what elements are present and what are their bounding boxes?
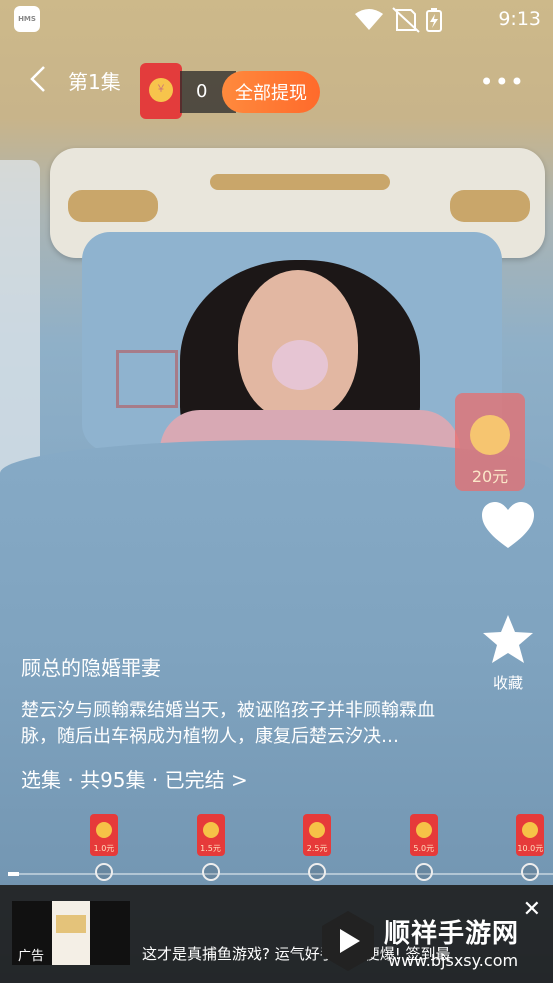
wifi-icon	[355, 9, 383, 30]
coin-icon	[309, 822, 326, 838]
timeline-reward-packet[interactable]: 1.5元	[196, 814, 225, 856]
timeline-reward-packet[interactable]: 10.0元	[516, 814, 545, 856]
star-icon[interactable]	[480, 612, 536, 668]
reward-amount: 1.0元	[93, 844, 115, 853]
timeline-progress[interactable]	[8, 872, 19, 876]
coin-icon	[415, 822, 432, 838]
pillow-stamp	[116, 350, 178, 408]
status-icons	[355, 7, 442, 33]
reward-timeline[interactable]: 1.0元 1.5元 2.5元 5.0元 10.0元	[0, 810, 553, 885]
reward-amount: 5.0元	[413, 844, 435, 853]
back-arrow-icon[interactable]	[26, 63, 54, 95]
coin-icon	[95, 822, 112, 838]
timeline-node[interactable]	[521, 863, 540, 881]
battery-charging-icon	[426, 8, 442, 32]
timeline-node[interactable]	[308, 863, 327, 881]
watermark-title: 顺祥手游网	[384, 919, 520, 949]
no-sim-icon	[392, 7, 420, 33]
reward-amount: 1.5元	[200, 844, 221, 853]
drama-title: 顾总的隐婚罪妻	[21, 656, 161, 680]
ad-label: 广告	[18, 949, 45, 964]
timeline-track[interactable]	[8, 873, 553, 875]
reward-red-packet[interactable]: ￥	[140, 63, 182, 119]
timeline-node[interactable]	[414, 863, 433, 881]
red-packet-amount: 20元	[471, 467, 509, 486]
reward-amount: 2.5元	[306, 844, 328, 853]
favorite-label: 收藏	[492, 674, 523, 692]
coin-icon	[470, 415, 510, 455]
episode-selector[interactable]: 选集 · 共95集 · 已完结 >	[21, 764, 248, 793]
coin-icon	[202, 822, 219, 838]
more-icon[interactable]: •••	[480, 68, 525, 96]
oxygen-mask	[272, 340, 328, 390]
timeline-reward-packet[interactable]: 2.5元	[303, 814, 332, 856]
coin-icon	[522, 822, 539, 838]
episode-title: 第1集	[68, 70, 121, 94]
timeline-reward-packet[interactable]: 1.0元	[89, 814, 118, 856]
coin-icon: ￥	[149, 78, 173, 102]
reward-amount: 10.0元	[517, 844, 544, 853]
watermark-logo-icon	[322, 911, 374, 971]
side-red-packet[interactable]: 20元	[455, 393, 525, 491]
bed-rail	[0, 160, 40, 480]
watermark-url: www.bjsxsy.com	[388, 951, 519, 970]
timeline-reward-packet[interactable]: 5.0元	[409, 814, 438, 856]
timeline-node[interactable]	[94, 863, 113, 881]
clock: 9:13	[498, 8, 541, 30]
heart-icon[interactable]	[480, 500, 536, 552]
hms-app-badge: HMS	[14, 6, 40, 32]
site-watermark: 顺祥手游网 www.bjsxsy.com	[316, 905, 546, 977]
status-bar: HMS 9:13	[0, 0, 553, 40]
drama-description[interactable]: 楚云汐与顾翰霖结婚当天，被诬陷孩子并非顾翰霖血脉，随后出车祸成为植物人，康复后楚…	[21, 698, 453, 750]
withdraw-all-button[interactable]: 全部提现	[222, 71, 320, 113]
timeline-node[interactable]	[201, 863, 220, 881]
